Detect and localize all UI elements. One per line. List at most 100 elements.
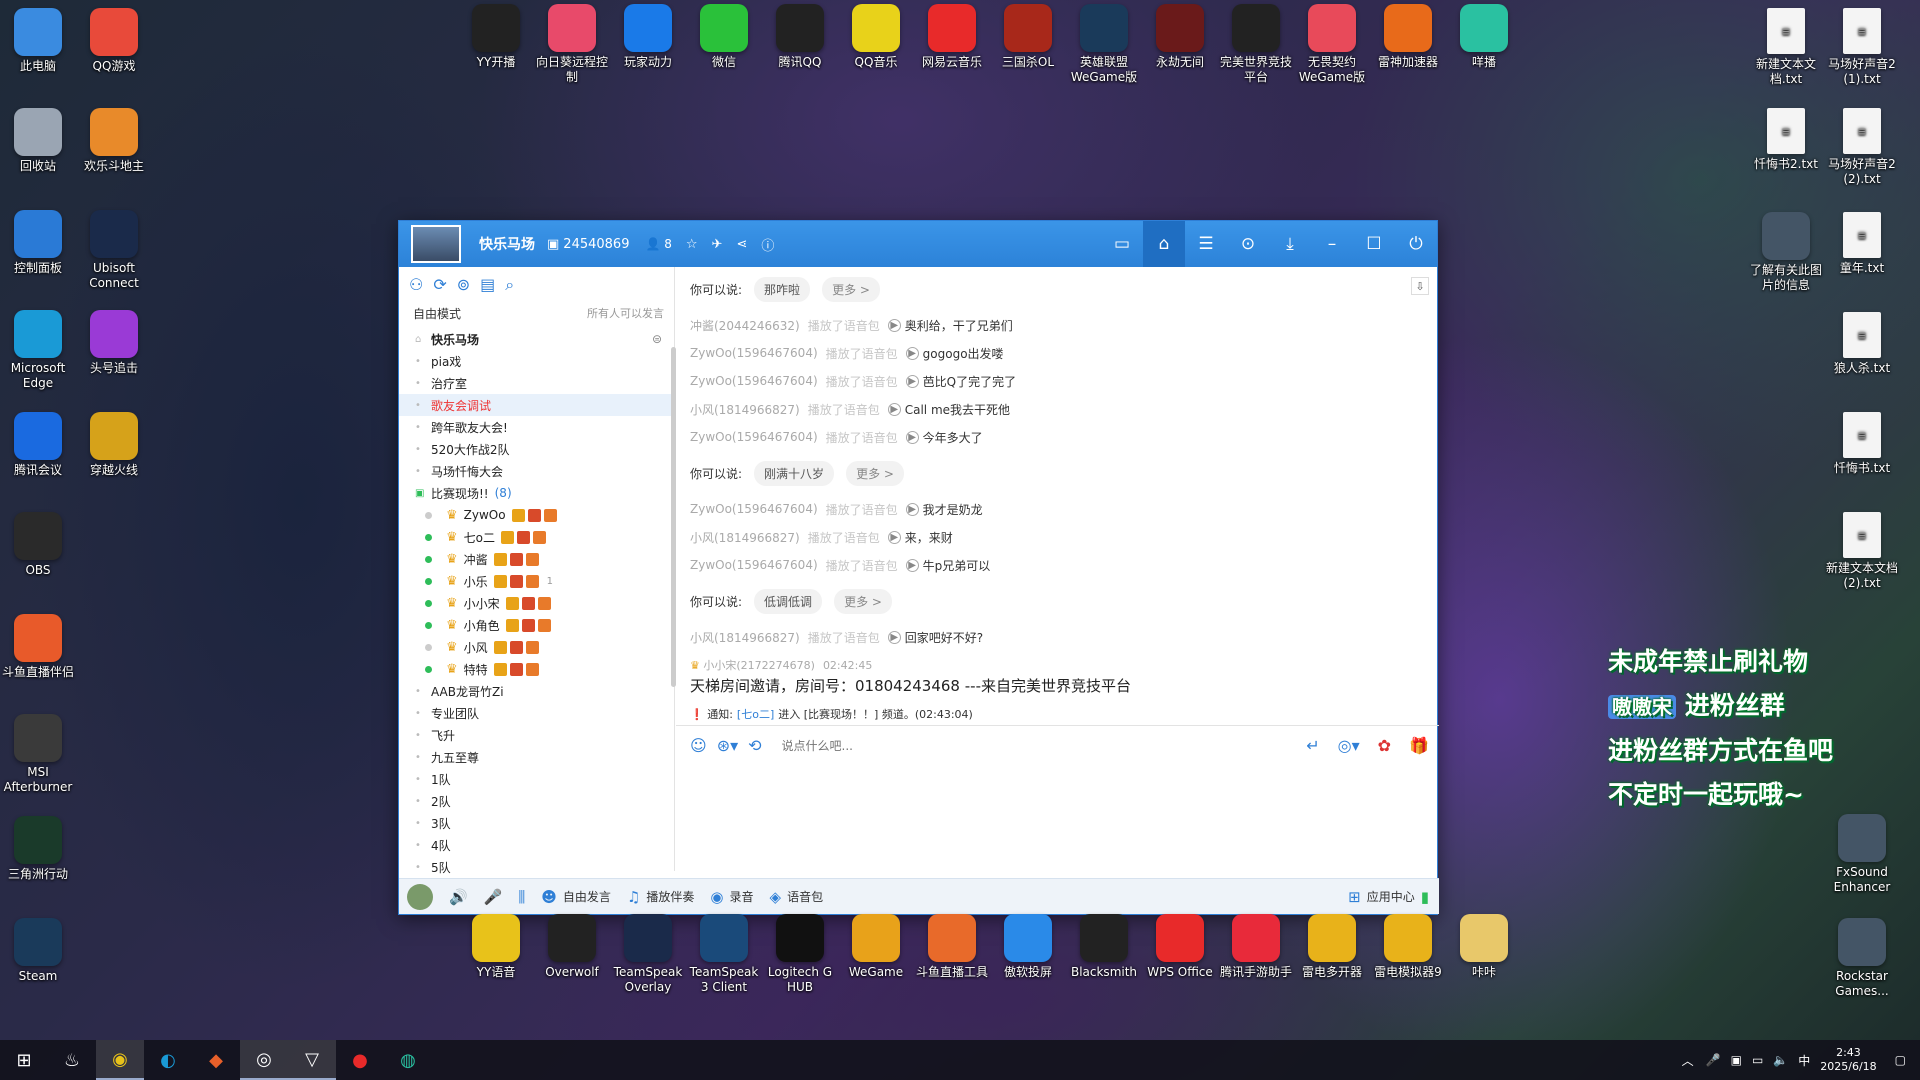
desktop-icon[interactable]: QQ音乐 [836,4,916,70]
tray-network-icon[interactable]: ▭ [1752,1053,1763,1067]
desktop-icon[interactable]: 腾讯会议 [0,412,78,478]
favorite-star-icon[interactable]: ☆ [686,237,698,252]
taskbar-obs-icon[interactable]: ◎ [240,1040,288,1080]
desktop-icon[interactable]: 雷神加速器 [1368,4,1448,70]
play-icon[interactable]: ▶ [905,502,919,516]
channel-item[interactable]: • 歌友会调试 [399,394,674,416]
channel-item[interactable]: • AAB龙哥竹Zi [399,680,674,702]
emoji-icon[interactable]: ☺ [690,736,707,755]
desktop-icon[interactable]: FxSound Enhancer [1822,814,1902,895]
record-button[interactable]: ◉ 录音 [710,888,753,906]
desktop-icon[interactable]: Steam [0,918,78,984]
channel-item[interactable]: • 马场忏悔大会 [399,460,674,482]
channel-item[interactable]: • 4队 [399,834,674,856]
desktop-icon[interactable]: Ubisoft Connect [74,210,154,291]
desktop-icon[interactable]: 网易云音乐 [912,4,992,70]
minimize-icon[interactable]: – [1311,221,1353,267]
desktop-icon[interactable]: 斗鱼直播伴侣 [0,614,78,680]
play-icon[interactable]: ▶ [905,374,919,388]
desktop-icon[interactable]: ≡ 新建文本文档.txt [1746,8,1826,87]
desktop-icon[interactable]: TeamSpeak 3 Client [684,914,764,995]
taskbar-edge-icon[interactable]: ◐ [144,1040,192,1080]
desktop-icon[interactable]: 头号追击 [74,310,154,376]
share-icon[interactable]: ⋖ [736,237,747,252]
plane-icon[interactable]: ✈ [712,237,723,252]
desktop-icon[interactable]: 英雄联盟 WeGame版 [1064,4,1144,85]
desktop-icon[interactable]: 回收站 [0,108,78,174]
desktop-icon[interactable]: 无畏契约 WeGame版 [1292,4,1372,85]
taskbar-netease-music-icon[interactable]: ● [336,1040,384,1080]
accompaniment-button[interactable]: ♫ 播放伴奏 [627,888,694,906]
member-item[interactable]: ♛ 小角色 [399,614,674,636]
suggestion-pill[interactable]: 刚满十八岁 [754,460,835,486]
desktop-icon[interactable]: 此电脑 [0,8,78,74]
mixer-icon[interactable]: ⫼ [518,888,525,906]
suggestion-pill[interactable]: 低调低调 [754,588,823,614]
desktop-icon[interactable]: 完美世界竞技平台 [1216,4,1296,85]
channel-item[interactable]: ⌂ 快乐马场 ⊜ [399,328,674,350]
tray-app-icon[interactable]: ▣ [1731,1053,1742,1067]
desktop-icon[interactable]: ≡ 狼人杀.txt [1822,312,1902,376]
desktop-icon[interactable]: 三国杀OL [988,4,1068,70]
desktop-icon[interactable]: 微信 [684,4,764,70]
member-item[interactable]: ♛ 冲酱 [399,548,674,570]
bubble-icon[interactable]: ◎▾ [1338,736,1360,755]
windows-start-icon[interactable]: ⊞ [0,1040,48,1080]
desktop-icon[interactable]: 向日葵远程控制 [532,4,612,85]
channel-item[interactable]: • 飞升 [399,724,674,746]
play-icon[interactable]: ▶ [887,318,901,332]
tray-volume-icon[interactable]: 🔈 [1773,1053,1788,1067]
channel-item[interactable]: • pia戏 [399,350,674,372]
channel-item[interactable]: • 5队 [399,856,674,878]
search-icon[interactable]: ⌕ [505,275,514,295]
desktop-icon[interactable]: ≡ 马场好声音2 (1).txt [1822,8,1902,87]
free-speak-button[interactable]: ☻ 自由发言 [541,888,611,906]
play-icon[interactable]: ▶ [905,430,919,444]
channel-item[interactable]: • 治疗室 [399,372,674,394]
tray-mic-icon[interactable]: 🎤 [1706,1053,1721,1067]
desktop-icon[interactable]: OBS [0,512,78,578]
desktop-icon[interactable]: WPS Office [1140,914,1220,980]
message-sender[interactable]: 小风(1814966827) [690,529,800,546]
desktop-icon[interactable]: Microsoft Edge [0,310,78,391]
window-titlebar[interactable]: 快乐马场 ▣ 24540869 👤 8 ☆ ✈ ⋖ ⓘ ▭ ⌂ ☰ ⊙ ⤓ – ☐… [399,221,1437,267]
desktop-icon[interactable]: YY开播 [456,4,536,70]
taskbar-douyu-icon[interactable]: ◆ [192,1040,240,1080]
notes-icon[interactable]: ▤ [480,275,495,295]
desktop-icon[interactable]: YY语音 [456,914,536,980]
desktop-icon[interactable]: Overwolf [532,914,612,980]
gamepad-emoji-icon[interactable]: ⊛▾ [717,736,738,755]
channel-item[interactable]: • 3队 [399,812,674,834]
power-icon[interactable]: ⏻ [1395,221,1437,267]
desktop-icon[interactable]: 腾讯QQ [760,4,840,70]
mic-icon[interactable]: 🎤 [484,888,503,906]
refresh-icon[interactable]: ⟳ [433,275,446,295]
desktop-icon[interactable]: ≡ 童年.txt [1822,212,1902,276]
play-icon[interactable]: ▶ [905,558,919,572]
message-sender[interactable]: ZywOo(1596467604) [690,430,818,444]
message-sender[interactable]: 小风(1814966827) [690,629,800,646]
desktop-icon[interactable]: 玩家动力 [608,4,688,70]
desktop-icon[interactable]: 了解有关此图片的信息 [1746,212,1826,293]
desktop-icon[interactable]: 穿越火线 [74,412,154,478]
desktop-icon[interactable]: 控制面板 [0,210,78,276]
message-sender[interactable]: 小风(1814966827) [690,401,800,418]
desktop-icon[interactable]: 傲软投屏 [988,914,1068,980]
desktop-icon[interactable]: Blacksmith [1064,914,1144,980]
desktop-icon[interactable]: 雷电模拟器9 [1368,914,1448,980]
maximize-icon[interactable]: ☐ [1353,221,1395,267]
download-icon[interactable]: ⤓ [1269,221,1311,267]
chat-input[interactable] [781,738,1222,753]
channel-item[interactable]: • 专业团队 [399,702,674,724]
screen-icon[interactable]: ▭ [1101,221,1143,267]
taskbar-yy-icon[interactable]: ◉ [96,1040,144,1080]
channel-item[interactable]: • 520大作战2队 [399,438,674,460]
app-center-button[interactable]: ⊞ 应用中心 ▮ [1348,888,1429,906]
message-sender[interactable]: ZywOo(1596467604) [690,374,818,388]
message-sender[interactable]: ZywOo(1596467604) [690,558,818,572]
my-avatar[interactable] [407,883,433,910]
channel-item[interactable]: • 九五至尊 [399,746,674,768]
more-button[interactable]: 更多 > [822,276,880,302]
member-item[interactable]: ♛ ZywOo [399,504,674,526]
desktop-icon[interactable]: Logitech G HUB [760,914,840,995]
